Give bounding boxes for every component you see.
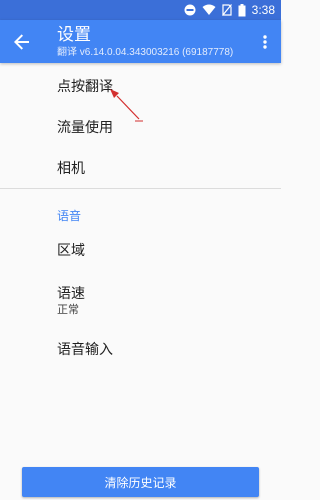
- settings-item-label: 语速: [57, 286, 85, 302]
- no-sim-icon: [221, 4, 232, 16]
- more-vert-icon: [263, 35, 267, 49]
- settings-item-label: 区域: [57, 243, 85, 259]
- toolbar: 设置 翻译 v6.14.0.04.343003216 (69187778): [0, 20, 281, 63]
- settings-item-speech-rate[interactable]: 语速 正常: [0, 272, 281, 322]
- battery-icon: [238, 3, 246, 16]
- more-options-button[interactable]: [257, 30, 273, 54]
- settings-item-label: 语音输入: [57, 342, 113, 358]
- section-divider: [0, 188, 281, 189]
- settings-item-tap-to-translate[interactable]: 点按翻译: [0, 64, 281, 106]
- arrow-back-icon: [14, 34, 29, 50]
- settings-item-label: 相机: [57, 161, 85, 177]
- title-block: 设置 翻译 v6.14.0.04.343003216 (69187778): [57, 24, 233, 59]
- status-icons: 3:38: [184, 2, 275, 18]
- wifi-icon: [202, 4, 216, 15]
- back-button[interactable]: [10, 30, 34, 54]
- settings-item-label: 流量使用: [57, 120, 113, 136]
- settings-item-label: 点按翻译: [57, 79, 113, 95]
- clear-history-label: 清除历史记录: [104, 475, 177, 490]
- page-title: 设置: [57, 25, 91, 45]
- do-not-disturb-icon: [184, 4, 196, 16]
- settings-item-region[interactable]: 区域: [0, 229, 281, 271]
- status-bar: 3:38: [0, 0, 281, 20]
- settings-item-value: 正常: [57, 303, 79, 316]
- section-header-voice: 语音: [57, 209, 82, 223]
- clear-history-button[interactable]: 清除历史记录: [22, 467, 259, 497]
- settings-item-voice-input[interactable]: 语音输入: [0, 326, 281, 370]
- app-version: 翻译 v6.14.0.04.343003216 (69187778): [57, 47, 234, 58]
- settings-item-camera[interactable]: 相机: [0, 146, 281, 188]
- status-time: 3:38: [251, 3, 275, 17]
- settings-item-data-usage[interactable]: 流量使用: [0, 106, 281, 146]
